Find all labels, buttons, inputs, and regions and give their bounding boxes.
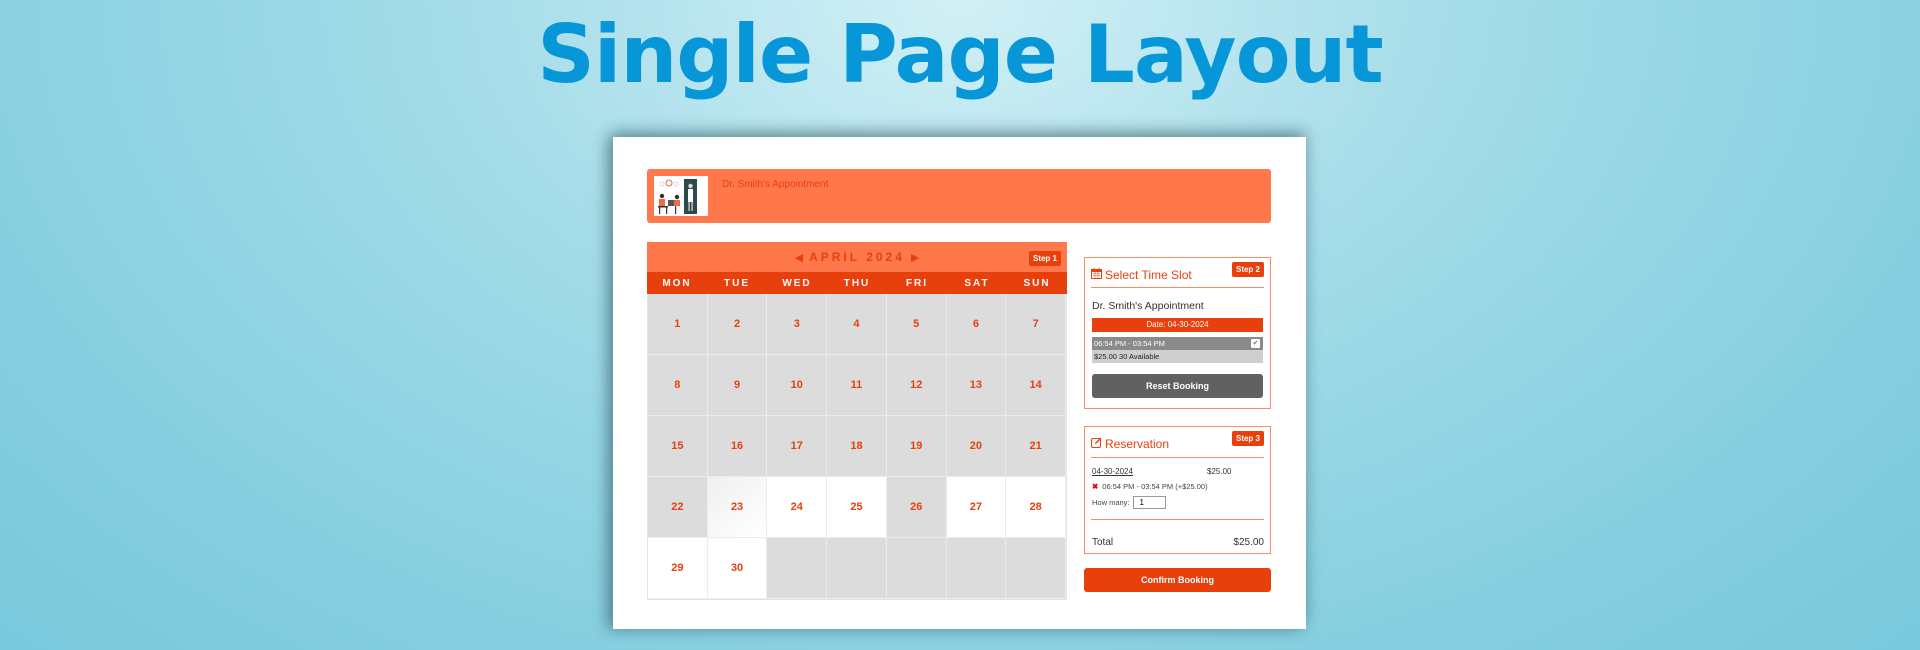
- total-label: Total: [1092, 537, 1114, 548]
- appointment-header: Dr. Smith's Appointment: [647, 169, 1271, 223]
- time-slot-title: Select Time Slot: [1105, 268, 1192, 282]
- calendar-day-cell[interactable]: 13: [946, 355, 1007, 416]
- reservation-heading: Reservation: [1091, 437, 1169, 451]
- calendar-day-cell[interactable]: 12: [886, 355, 947, 416]
- calendar-day-cell[interactable]: 5: [886, 294, 947, 355]
- time-slot-label: 06:54 PM - 03:54 PM: [1094, 339, 1165, 348]
- calendar-day-cell[interactable]: 14: [1006, 355, 1066, 416]
- calendar-day-cell[interactable]: 23: [707, 477, 768, 538]
- confirm-booking-button[interactable]: Confirm Booking: [1084, 568, 1271, 592]
- checkbox-checked-icon[interactable]: ✔: [1251, 339, 1260, 348]
- calendar-day-cell[interactable]: 7: [1006, 294, 1066, 355]
- time-slot-option[interactable]: 06:54 PM - 03:54 PM ✔: [1092, 337, 1263, 350]
- calendar-empty-cell: [827, 538, 887, 599]
- calendar-day-cell[interactable]: 10: [767, 355, 828, 416]
- calendar-day-cell[interactable]: 16: [707, 416, 768, 477]
- divider: [1091, 457, 1264, 458]
- calendar-day-cell[interactable]: 8: [648, 355, 708, 416]
- calendar-day-cell[interactable]: 25: [827, 477, 887, 538]
- appointment-name: Dr. Smith's Appointment: [1092, 300, 1204, 312]
- reservation-slot-text: 06:54 PM - 03:54 PM (+$25.00): [1102, 482, 1208, 491]
- reservation-panel: Reservation Step 3 04-30-2024 $25.00 ✖ 06…: [1084, 426, 1271, 554]
- time-slot-heading: Select Time Slot: [1091, 268, 1192, 282]
- calendar-day-cell[interactable]: 29: [648, 538, 708, 599]
- weekday-label: FRI: [905, 277, 929, 289]
- calendar-day-cell[interactable]: 2: [707, 294, 768, 355]
- calendar-day-cell[interactable]: 3: [767, 294, 828, 355]
- reset-booking-button[interactable]: Reset Booking: [1092, 374, 1263, 398]
- calendar-day-cell[interactable]: 19: [886, 416, 947, 477]
- weekday-label: THU: [843, 277, 871, 289]
- calendar-day-cell[interactable]: 9: [707, 355, 768, 416]
- calendar: ◀ APRIL 2024 ▶ Step 1 MON TUE WED THU FR…: [647, 242, 1067, 600]
- calendar-day-cell[interactable]: 30: [707, 538, 768, 599]
- remove-icon[interactable]: ✖: [1092, 482, 1098, 491]
- weekday-label: WED: [782, 277, 812, 289]
- step-1-badge: Step 1: [1028, 251, 1061, 266]
- weekday-header: MON TUE WED THU FRI SAT SUN: [647, 272, 1067, 294]
- calendar-day-cell[interactable]: 4: [827, 294, 887, 355]
- quantity-label: How many:: [1092, 498, 1130, 507]
- select-time-slot-panel: Select Time Slot Step 2 Dr. Smith's Appo…: [1084, 257, 1271, 409]
- calendar-empty-cell: [886, 538, 947, 599]
- weekday-label: SAT: [964, 277, 990, 289]
- weekday-label: MON: [662, 277, 692, 289]
- calendar-day-cell[interactable]: 27: [946, 477, 1007, 538]
- doctor-clinic-illustration-icon: [654, 176, 708, 216]
- hero-title: Single Page Layout: [537, 8, 1383, 101]
- appointment-title: Dr. Smith's Appointment: [722, 179, 829, 190]
- calendar-day-cell[interactable]: 20: [946, 416, 1007, 477]
- weekday-label: SUN: [1023, 277, 1051, 289]
- calendar-grid: 1 2 3 4 5 6 7 8 9 10 11 12 13 14 15 16 17 18 19 20 21 22 23 24 2…: [647, 294, 1067, 600]
- calendar-day-cell[interactable]: 17: [767, 416, 828, 477]
- reservation-price: $25.00: [1207, 467, 1232, 476]
- caret-right-icon[interactable]: ▶: [911, 251, 919, 264]
- divider: [1091, 519, 1264, 520]
- time-slot-info: $25.00 30 Available: [1092, 350, 1263, 363]
- total-value: $25.00: [1233, 537, 1264, 548]
- reservation-date: 04-30-2024: [1092, 467, 1133, 476]
- quantity-row: How many:: [1092, 496, 1166, 509]
- calendar-day-cell[interactable]: 22: [648, 477, 708, 538]
- calendar-day-cell[interactable]: 15: [648, 416, 708, 477]
- calendar-icon: [1091, 268, 1102, 282]
- calendar-empty-cell: [1006, 538, 1066, 599]
- caret-left-icon[interactable]: ◀: [795, 251, 803, 264]
- calendar-day-cell[interactable]: 28: [1006, 477, 1066, 538]
- quantity-input[interactable]: [1132, 496, 1166, 509]
- reservation-title: Reservation: [1105, 437, 1170, 451]
- booking-card: Dr. Smith's Appointment ◀ APRIL 2024 ▶ S…: [613, 137, 1306, 629]
- edit-icon: [1091, 437, 1102, 451]
- step-2-badge: Step 2: [1231, 262, 1264, 277]
- reservation-slot: ✖ 06:54 PM - 03:54 PM (+$25.00): [1092, 482, 1208, 491]
- calendar-month-label: APRIL 2024: [809, 250, 905, 264]
- calendar-day-cell[interactable]: 26: [886, 477, 947, 538]
- calendar-empty-cell: [767, 538, 828, 599]
- divider: [1091, 287, 1264, 288]
- step-3-badge: Step 3: [1231, 431, 1264, 446]
- calendar-day-cell[interactable]: 11: [827, 355, 887, 416]
- calendar-header: ◀ APRIL 2024 ▶ Step 1: [647, 242, 1067, 272]
- calendar-day-cell[interactable]: 18: [827, 416, 887, 477]
- calendar-day-cell[interactable]: 1: [648, 294, 708, 355]
- calendar-day-cell[interactable]: 24: [767, 477, 828, 538]
- calendar-empty-cell: [946, 538, 1007, 599]
- selected-date-bar: Date: 04-30-2024: [1092, 318, 1263, 332]
- calendar-day-cell[interactable]: 21: [1006, 416, 1066, 477]
- calendar-day-cell[interactable]: 6: [946, 294, 1007, 355]
- weekday-label: TUE: [724, 277, 750, 289]
